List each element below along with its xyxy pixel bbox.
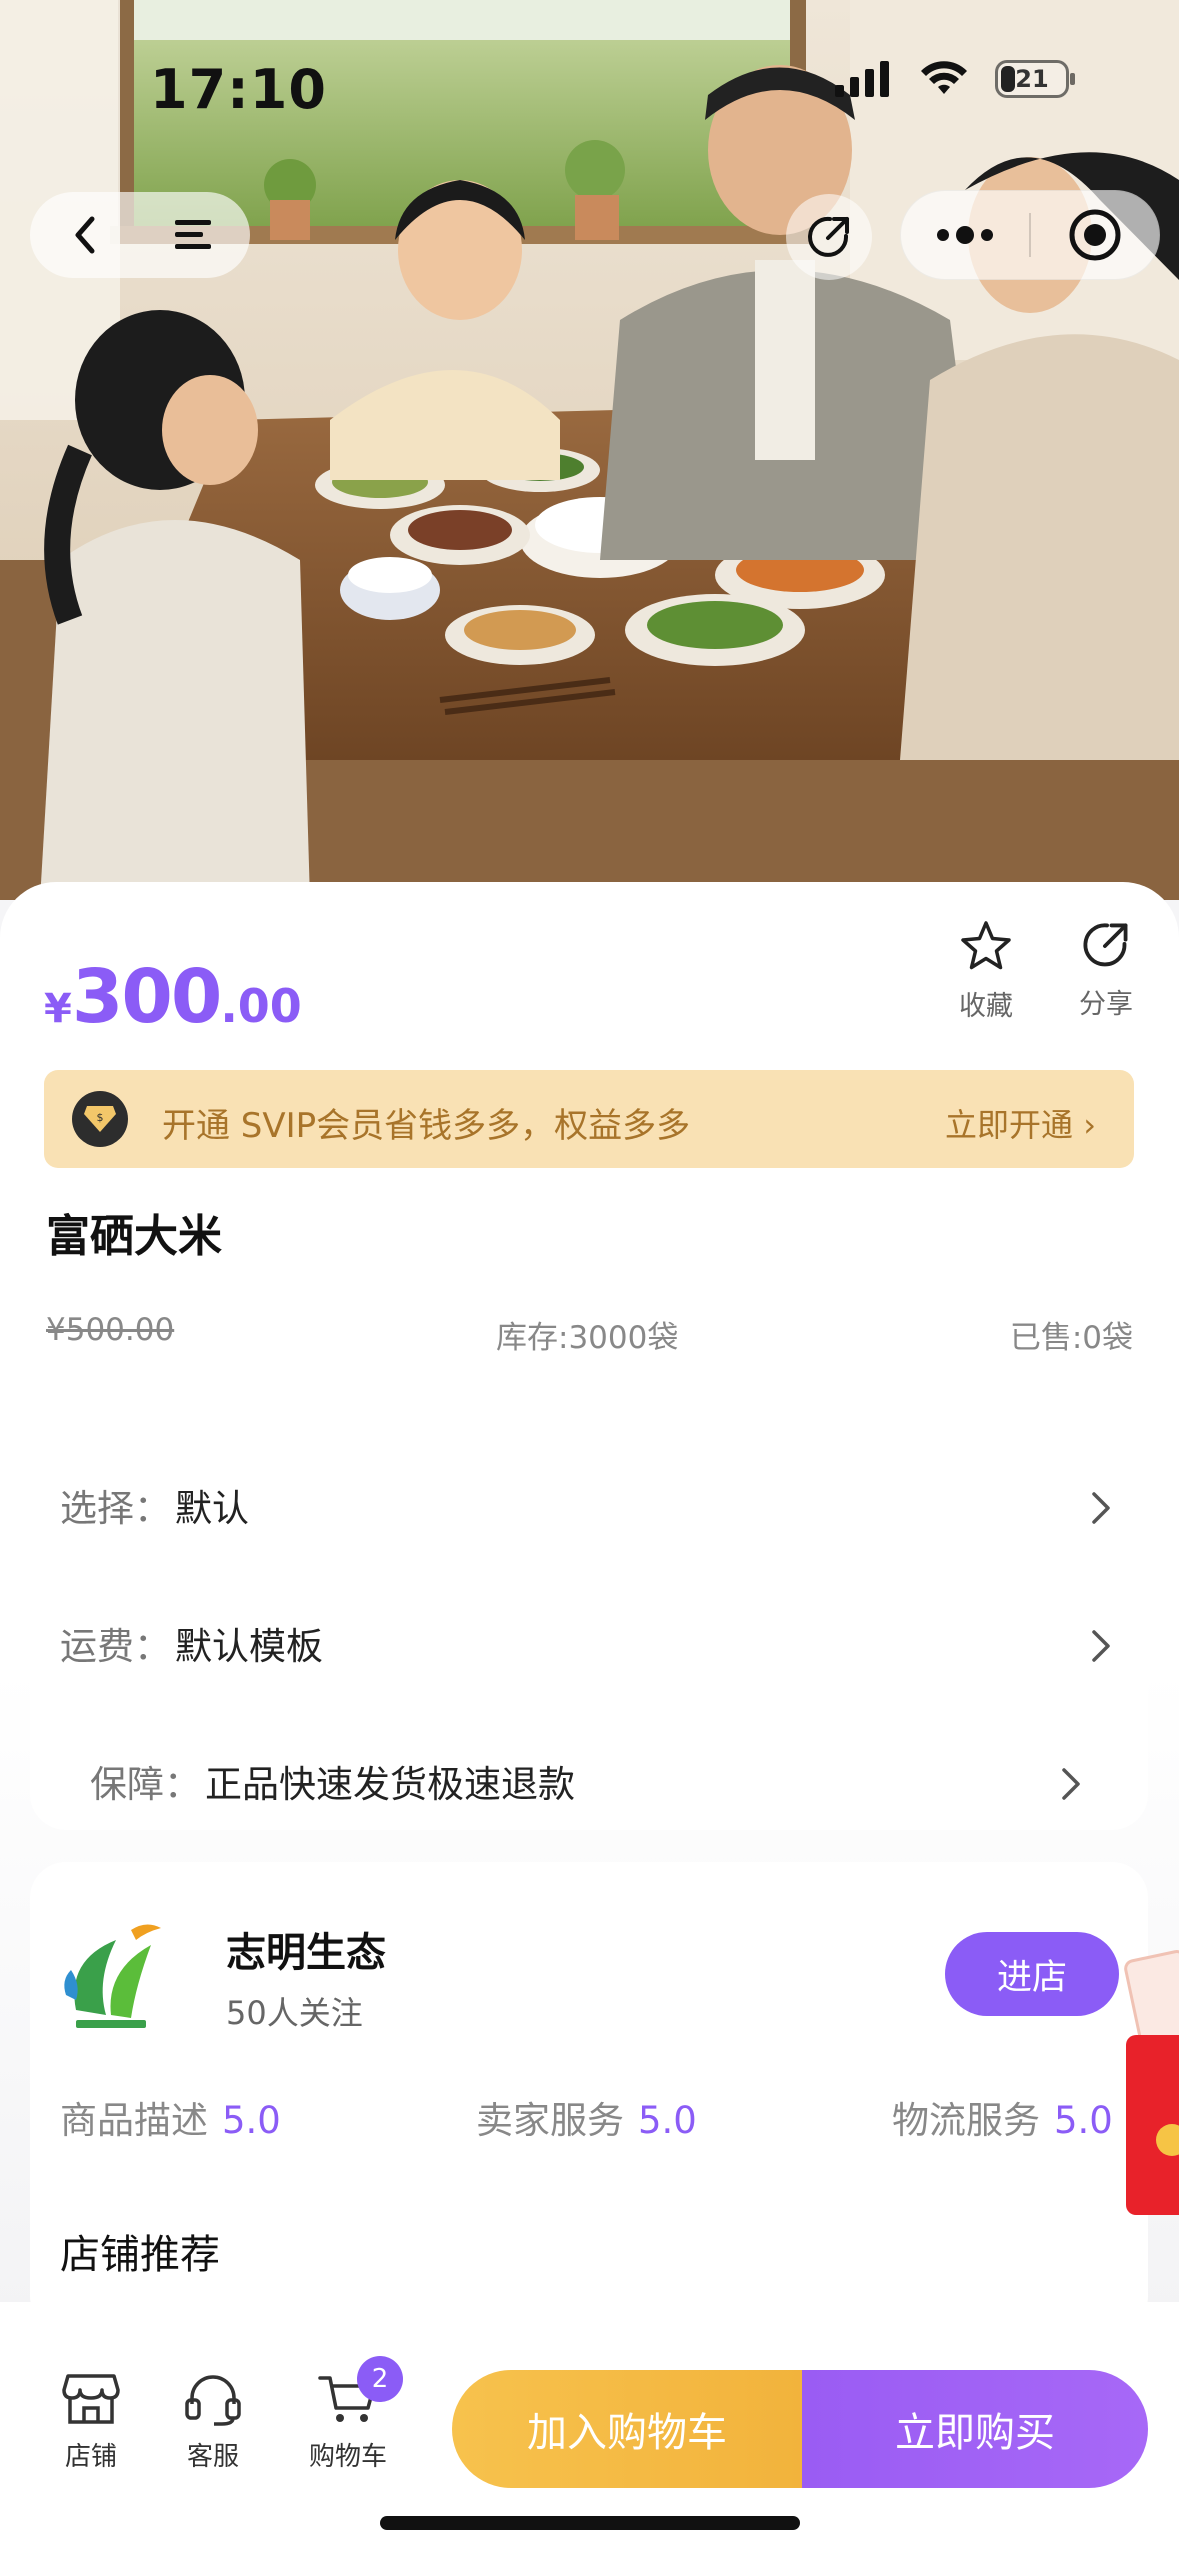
rating-label: 物流服务 bbox=[892, 2099, 1040, 2142]
rating-label: 卖家服务 bbox=[476, 2099, 624, 2142]
tab-label: 店铺 bbox=[64, 2442, 117, 2472]
battery-icon: 21 bbox=[995, 60, 1075, 98]
chevron-right-icon bbox=[1092, 1630, 1110, 1662]
buy-now-button[interactable]: 立即购买 bbox=[802, 2370, 1148, 2488]
option-value: 默认 bbox=[175, 1487, 249, 1530]
store-name[interactable]: 志明生态 bbox=[226, 1920, 386, 1978]
tab-label: 购物车 bbox=[308, 2442, 387, 2472]
sold-count: 已售:0袋 bbox=[1009, 1320, 1133, 1356]
tab-customer-service[interactable]: 客服 bbox=[178, 2372, 248, 2473]
store-icon bbox=[62, 2374, 120, 2424]
favorite-button[interactable]: 收藏 bbox=[936, 920, 1036, 1023]
more-button[interactable] bbox=[901, 191, 1029, 279]
share-icon bbox=[808, 216, 849, 257]
chevron-right-icon bbox=[1092, 1492, 1110, 1524]
store-recommend-title: 店铺推荐 bbox=[60, 2232, 220, 2278]
price-symbol: ¥ bbox=[44, 986, 72, 1032]
svip-banner[interactable]: $ 开通 SVIP会员省钱多多，权益多多 立即开通 › bbox=[44, 1070, 1134, 1168]
rating-score: 5.0 bbox=[222, 2099, 281, 2142]
back-button[interactable] bbox=[30, 192, 140, 278]
favorite-label: 收藏 bbox=[959, 991, 1013, 1022]
share-icon bbox=[1083, 923, 1128, 967]
rating-description: 商品描述 5.0 bbox=[60, 2090, 281, 2144]
rating-score: 5.0 bbox=[1054, 2099, 1113, 2142]
headset-icon bbox=[185, 2375, 241, 2426]
red-packet-icon[interactable] bbox=[1116, 1945, 1179, 2225]
option-guarantee-row[interactable]: 保障： 正品快速发货极速退款 bbox=[30, 1736, 1148, 1826]
svip-open-link[interactable]: 立即开通 › bbox=[945, 1100, 1096, 1146]
product-title: 富硒大米 bbox=[46, 1211, 222, 1262]
option-key: 保障： bbox=[90, 1763, 201, 1806]
diamond-icon: $ bbox=[72, 1091, 128, 1147]
original-price: ¥500.00 bbox=[46, 1312, 175, 1348]
share-button[interactable]: 分享 bbox=[1056, 920, 1156, 1021]
target-icon bbox=[1069, 209, 1121, 261]
option-spec-row[interactable]: 选择： 默认 bbox=[30, 1460, 1148, 1550]
star-icon bbox=[961, 921, 1011, 970]
tab-store[interactable]: 店铺 bbox=[56, 2372, 126, 2473]
store-logo[interactable] bbox=[36, 1900, 186, 2050]
svg-text:$: $ bbox=[97, 1111, 104, 1124]
status-icons: 21 bbox=[835, 60, 1075, 98]
wifi-icon bbox=[921, 61, 967, 94]
hero-share-button[interactable] bbox=[786, 194, 872, 280]
status-time: 17:10 bbox=[150, 58, 327, 121]
more-dots-icon bbox=[937, 226, 993, 244]
enter-store-button[interactable]: 进店 bbox=[945, 1932, 1119, 2016]
option-key: 运费： bbox=[60, 1625, 171, 1668]
menu-icon bbox=[175, 220, 211, 249]
battery-level: 21 bbox=[1015, 65, 1049, 93]
option-key: 选择： bbox=[60, 1487, 171, 1530]
share-label: 分享 bbox=[1079, 989, 1133, 1020]
home-indicator[interactable] bbox=[380, 2516, 800, 2530]
rating-service: 卖家服务 5.0 bbox=[476, 2090, 697, 2144]
nav-capsule bbox=[30, 192, 250, 278]
tab-label: 客服 bbox=[186, 2442, 239, 2472]
signal-icon bbox=[835, 61, 889, 97]
rating-logistics: 物流服务 5.0 bbox=[892, 2090, 1113, 2144]
option-value: 正品快速发货极速退款 bbox=[205, 1763, 575, 1806]
option-shipping-row[interactable]: 运费： 默认模板 bbox=[30, 1598, 1148, 1688]
price-decimal: .00 bbox=[220, 979, 302, 1033]
rating-score: 5.0 bbox=[638, 2099, 697, 2142]
price-integer: 300 bbox=[71, 954, 222, 1040]
add-to-cart-button[interactable]: 加入购物车 bbox=[452, 2370, 802, 2488]
product-price: ¥300.00 bbox=[44, 954, 302, 1040]
chevron-right-icon bbox=[1062, 1768, 1080, 1800]
rating-label: 商品描述 bbox=[60, 2099, 208, 2142]
miniprogram-capsule bbox=[900, 190, 1160, 280]
options-panel: 选择： 默认 运费： 默认模板 保障： 正品快速发货极速退款 bbox=[30, 1418, 1148, 1830]
option-value: 默认模板 bbox=[175, 1625, 323, 1668]
chevron-left-icon bbox=[75, 216, 95, 254]
close-miniprogram-button[interactable] bbox=[1031, 191, 1159, 279]
menu-button[interactable] bbox=[140, 192, 250, 278]
store-followers: 50人关注 bbox=[226, 1994, 363, 2032]
cart-count-badge: 2 bbox=[357, 2356, 403, 2402]
stock-count: 库存:3000袋 bbox=[496, 1320, 679, 1356]
status-bar: 17:10 21 bbox=[0, 0, 1179, 150]
svip-text: 开通 SVIP会员省钱多多，权益多多 bbox=[162, 1106, 691, 1146]
